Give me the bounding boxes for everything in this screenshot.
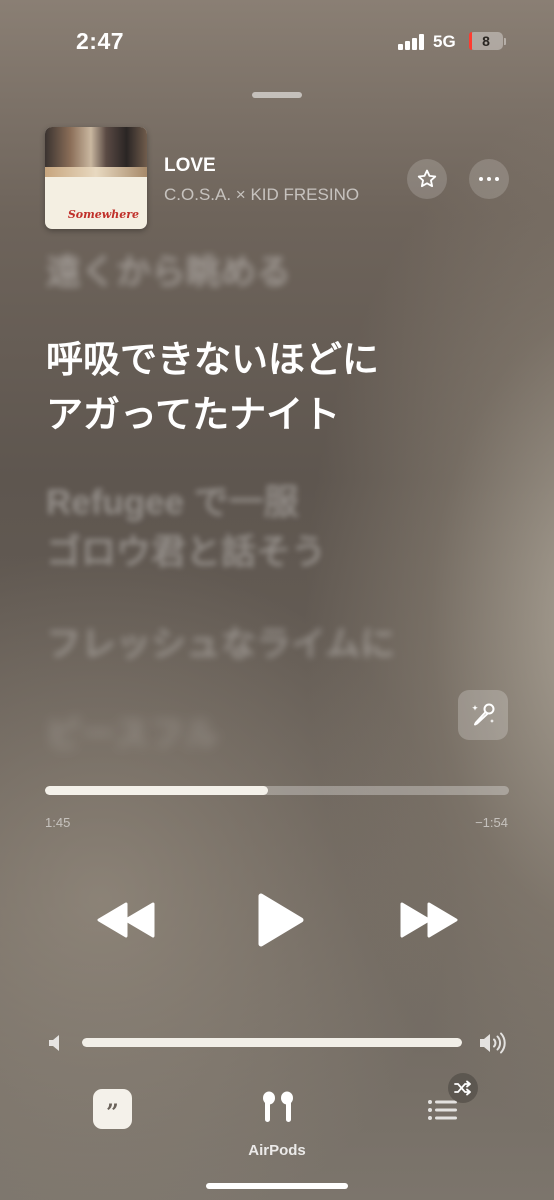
sheet-grabber[interactable] xyxy=(252,92,302,98)
favorite-button[interactable] xyxy=(407,159,447,199)
list-icon xyxy=(428,1100,457,1120)
album-art-photo xyxy=(45,127,147,177)
ellipsis-icon xyxy=(479,177,499,181)
battery-icon: 8 xyxy=(469,32,503,50)
lyric-next-line-2: ゴロウ君と話そう xyxy=(46,533,327,572)
queue-button[interactable] xyxy=(427,1098,459,1127)
home-indicator[interactable] xyxy=(206,1183,348,1189)
speaker-low-icon xyxy=(47,1034,63,1057)
network-type: 5G xyxy=(433,32,456,51)
lyric-current-line-2: アガってたナイト xyxy=(46,394,341,435)
play-button[interactable] xyxy=(253,892,305,953)
airpods-label[interactable]: AirPods xyxy=(200,1142,354,1159)
song-title[interactable]: LOVE xyxy=(164,155,216,177)
album-art-text: Somewhere xyxy=(67,208,139,221)
quote-bubble-icon: ” xyxy=(106,1100,119,1126)
lyric-line-faded[interactable]: ピースフル xyxy=(46,710,219,760)
lyrics-button[interactable]: ” xyxy=(93,1089,132,1129)
lyric-line-following[interactable]: フレッシュなライムに xyxy=(46,620,395,670)
progress-fill xyxy=(45,786,268,795)
volume-slider[interactable] xyxy=(82,1038,462,1047)
progress-scrubber[interactable] xyxy=(45,786,509,795)
volume-fill xyxy=(82,1038,462,1047)
rewind-button[interactable] xyxy=(97,898,157,947)
fast-forward-icon xyxy=(400,902,458,938)
lyric-line-next[interactable]: Refugee で一服 ゴロウ君と話そう xyxy=(46,478,326,578)
sing-button[interactable] xyxy=(458,690,508,740)
album-art[interactable]: Somewhere xyxy=(45,127,147,229)
more-button[interactable] xyxy=(469,159,509,199)
fast-forward-button[interactable] xyxy=(398,898,458,947)
speaker-high-icon xyxy=(478,1031,508,1060)
shuffle-icon xyxy=(454,1080,471,1096)
play-icon xyxy=(258,893,304,947)
lyric-line-previous[interactable]: 遠くから眺める xyxy=(46,248,291,298)
shuffle-badge[interactable] xyxy=(448,1073,478,1103)
rewind-icon xyxy=(97,902,155,938)
lyric-line-current[interactable]: 呼吸できないほどに アガってたナイト xyxy=(46,332,379,442)
star-icon xyxy=(417,169,437,188)
status-time: 2:47 xyxy=(76,28,125,54)
microphone-sparkle-icon xyxy=(472,703,495,726)
lyric-next-line-1: Refugee で一服 xyxy=(46,483,299,522)
battery-percent: 8 xyxy=(482,33,490,49)
song-artist[interactable]: C.O.S.A. × KID FRESINO xyxy=(164,185,359,205)
lyric-current-line-1: 呼吸できないほどに xyxy=(46,339,379,380)
airpods-icon xyxy=(263,1091,293,1122)
elapsed-time: 1:45 xyxy=(45,815,71,830)
airpods-button[interactable] xyxy=(258,1089,298,1130)
battery-cap xyxy=(504,38,506,45)
cellular-signal-icon xyxy=(398,34,426,50)
remaining-time: −1:54 xyxy=(475,815,508,830)
